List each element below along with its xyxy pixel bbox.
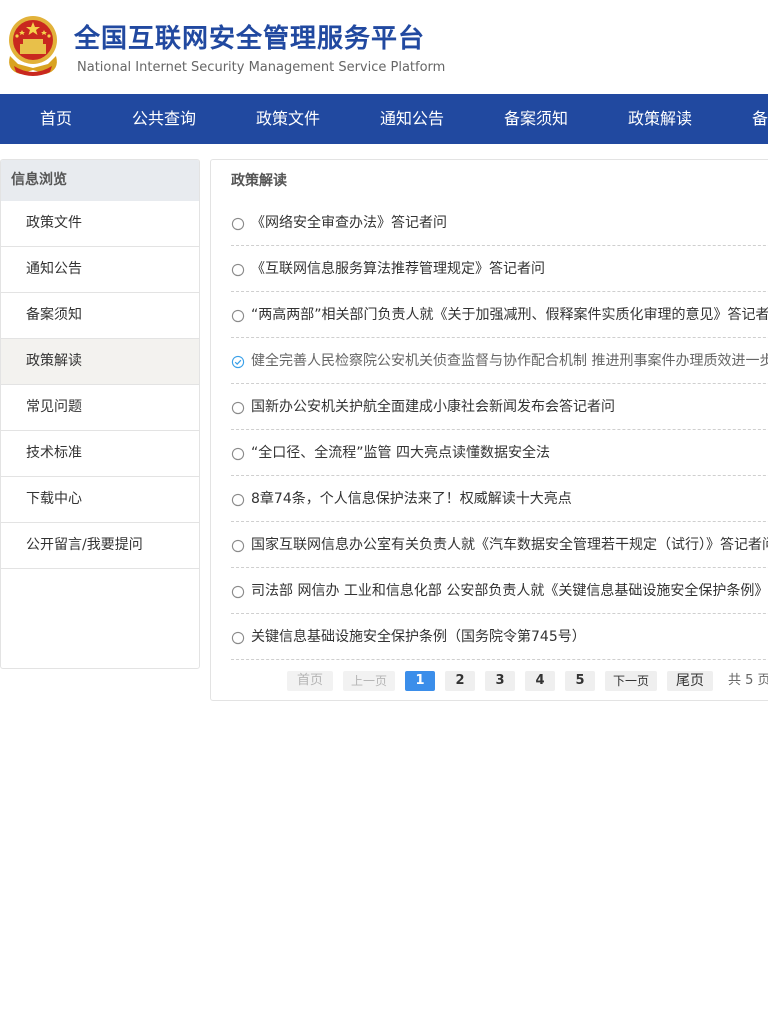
sidebar-item-technical-standards[interactable]: 技术标准 [1, 431, 199, 477]
article-list-item[interactable]: 国新办公安机关护航全面建成小康社会新闻发布会答记者问 [231, 384, 768, 430]
sidebar-item-public-message[interactable]: 公开留言/我要提问 [1, 523, 199, 569]
radio-circle-icon [231, 216, 245, 231]
sidebar-item-faq[interactable]: 常见问题 [1, 385, 199, 431]
nav-item-policy-interpretation[interactable]: 政策解读 [628, 94, 692, 144]
article-list-item[interactable]: 《网络安全审查办法》答记者问 [231, 200, 768, 246]
nav-item-filing-guide[interactable]: 备案须知 [504, 94, 568, 144]
article-title-link[interactable]: 关键信息基础设施安全保护条例（国务院令第745号） [251, 614, 586, 659]
article-list: 《网络安全审查办法》答记者问 《互联网信息服务算法推荐管理规定》答记者问 “两高两部… [231, 200, 768, 660]
check-circle-icon [231, 354, 245, 369]
article-list-item[interactable]: “两高两部”相关部门负责人就《关于加强减刑、假释案件实质化审理的意见》答记者问 [231, 292, 768, 338]
nav-item-notices[interactable]: 通知公告 [380, 94, 444, 144]
article-title-link[interactable]: 《互联网信息服务算法推荐管理规定》答记者问 [251, 246, 545, 291]
sidebar-item-notices[interactable]: 通知公告 [1, 247, 199, 293]
page-button-1[interactable]: 1 [405, 671, 435, 691]
page-button-4[interactable]: 4 [525, 671, 555, 691]
radio-circle-icon [231, 400, 245, 415]
article-title-link[interactable]: “全口径、全流程”监管 四大亮点读懂数据安全法 [251, 430, 550, 475]
page-button-2[interactable]: 2 [445, 671, 475, 691]
article-title-link[interactable]: 国家互联网信息办公室有关负责人就《汽车数据安全管理若干规定（试行）》答记者问 [251, 522, 768, 567]
first-page-button[interactable]: 首页 [287, 671, 333, 691]
sidebar-heading: 信息浏览 [1, 160, 199, 201]
nav-item-public-query[interactable]: 公共查询 [132, 94, 196, 144]
radio-circle-icon [231, 262, 245, 277]
last-page-button[interactable]: 尾页 [667, 671, 713, 691]
nav-item-policy-documents[interactable]: 政策文件 [256, 94, 320, 144]
national-emblem-icon[interactable] [4, 12, 62, 78]
article-title-link[interactable]: 国新办公安机关护航全面建成小康社会新闻发布会答记者问 [251, 384, 615, 429]
article-list-item[interactable]: 国家互联网信息办公室有关负责人就《汽车数据安全管理若干规定（试行）》答记者问 [231, 522, 768, 568]
page-button-3[interactable]: 3 [485, 671, 515, 691]
sidebar-item-filing-guide[interactable]: 备案须知 [1, 293, 199, 339]
sidebar: 信息浏览 政策文件 通知公告 备案须知 政策解读 常见问题 技术标准 下载中心 … [0, 159, 200, 669]
next-page-button[interactable]: 下一页 [605, 671, 657, 691]
radio-circle-icon [231, 630, 245, 645]
page-button-5[interactable]: 5 [565, 671, 595, 691]
sidebar-item-policy-interpretation[interactable]: 政策解读 [1, 339, 199, 385]
article-title-link[interactable]: 《网络安全审查办法》答记者问 [251, 200, 447, 245]
nav-item-home[interactable]: 首页 [40, 94, 72, 144]
page-title: 政策解读 [231, 173, 287, 189]
article-title-link[interactable]: 健全完善人民检察院公安机关侦查监督与协作配合机制 推进刑事案件办理质效进一步提升 [251, 338, 768, 383]
article-title-link[interactable]: 司法部 网信办 工业和信息化部 公安部负责人就《关键信息基础设施安全保护条例》答… [251, 568, 768, 613]
radio-circle-icon [231, 446, 245, 461]
article-list-item[interactable]: 健全完善人民检察院公安机关侦查监督与协作配合机制 推进刑事案件办理质效进一步提升 [231, 338, 768, 384]
article-list-item[interactable]: 8章74条，个人信息保护法来了！权威解读十大亮点 [231, 476, 768, 522]
article-list-item[interactable]: 关键信息基础设施安全保护条例（国务院令第745号） [231, 614, 768, 660]
radio-circle-icon [231, 308, 245, 323]
prev-page-button[interactable]: 上一页 [343, 671, 395, 691]
sidebar-item-download-center[interactable]: 下载中心 [1, 477, 199, 523]
main-panel: 政策解读 《网络安全审查办法》答记者问 《互联网信息服务算法推荐管理规定》答记者问… [210, 159, 768, 701]
site-title: 全国互联网安全管理服务平台 [74, 24, 426, 54]
article-title-link[interactable]: 8章74条，个人信息保护法来了！权威解读十大亮点 [251, 476, 572, 521]
page-total: 共 5 页 [728, 673, 768, 688]
nav-item-truncated[interactable]: 备 [752, 94, 768, 144]
site-header: 全国互联网安全管理服务平台 National Internet Security… [0, 0, 768, 94]
radio-circle-icon [231, 538, 245, 553]
article-list-item[interactable]: 司法部 网信办 工业和信息化部 公安部负责人就《关键信息基础设施安全保护条例》答… [231, 568, 768, 614]
sidebar-item-policy-documents[interactable]: 政策文件 [1, 201, 199, 247]
site-subtitle: National Internet Security Management Se… [77, 60, 446, 75]
radio-circle-icon [231, 492, 245, 507]
main-nav: 首页 公共查询 政策文件 通知公告 备案须知 政策解读 备 [0, 94, 768, 144]
article-title-link[interactable]: “两高两部”相关部门负责人就《关于加强减刑、假释案件实质化审理的意见》答记者问 [251, 292, 768, 337]
radio-circle-icon [231, 584, 245, 599]
article-list-item[interactable]: 《互联网信息服务算法推荐管理规定》答记者问 [231, 246, 768, 292]
article-list-item[interactable]: “全口径、全流程”监管 四大亮点读懂数据安全法 [231, 430, 768, 476]
